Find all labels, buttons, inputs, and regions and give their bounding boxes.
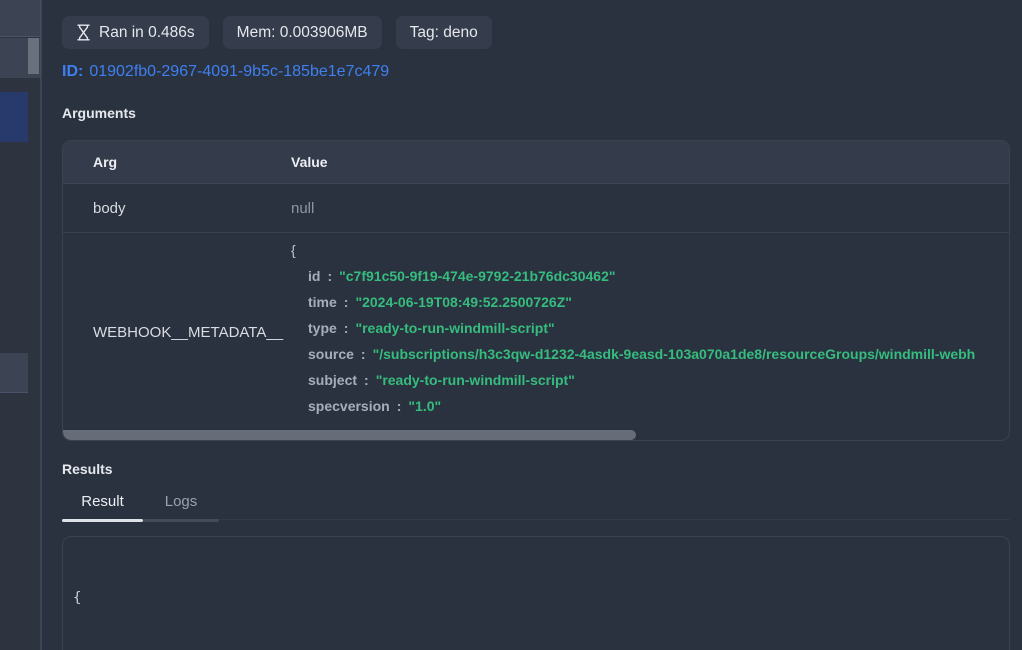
results-title: Results	[62, 461, 113, 477]
arg-column-header: Arg	[63, 154, 291, 170]
sidebar-scrollbar-thumb[interactable]	[28, 38, 39, 74]
metadata-json-viewer[interactable]: { id:"c7f91c50-9f19-474e-9792-21b76dc304…	[291, 233, 1009, 431]
sidebar-item-middle[interactable]	[0, 353, 28, 393]
arguments-title: Arguments	[62, 105, 136, 121]
result-json-viewer[interactable]: { "str": "default arg", "union": "Hello …	[62, 536, 1010, 650]
horizontal-scrollbar-thumb[interactable]	[63, 430, 636, 440]
table-row: body null	[63, 184, 1009, 233]
arg-name: WEBHOOK__METADATA__	[63, 233, 291, 431]
job-id-label: ID:	[62, 63, 83, 80]
sidebar-item-top[interactable]	[0, 0, 41, 37]
memory-badge: Mem: 0.003906MB	[223, 16, 382, 49]
job-detail-panel: Ran in 0.486s Mem: 0.003906MB Tag: deno …	[42, 0, 1022, 650]
json-entry: specversion:"1.0"	[291, 393, 1009, 419]
run-duration-badge: Ran in 0.486s	[62, 16, 209, 49]
job-stats-row: Ran in 0.486s Mem: 0.003906MB Tag: deno	[62, 16, 492, 49]
tag-badge: Tag: deno	[396, 16, 492, 49]
table-row: WEBHOOK__METADATA__ { id:"c7f91c50-9f19-…	[63, 233, 1009, 431]
tab-result[interactable]: Result	[62, 493, 143, 520]
arg-name: body	[63, 200, 291, 217]
json-open-brace: {	[291, 242, 296, 258]
arg-value: null	[291, 200, 1009, 217]
arguments-table: Arg Value body null WEBHOOK__METADATA__ …	[62, 140, 1010, 441]
sidebar-item-selected[interactable]	[0, 92, 28, 142]
hourglass-icon	[76, 24, 91, 41]
json-entry: source:"/subscriptions/h3c3qw-d1232-4asd…	[291, 341, 1009, 367]
job-id-value[interactable]: 01902fb0-2967-4091-9b5c-185be1e7c479	[89, 63, 389, 80]
tab-logs[interactable]: Logs	[143, 493, 219, 520]
json-entry: time:"2024-06-19T08:49:52.2500726Z"	[291, 289, 1009, 315]
memory-label: Mem: 0.003906MB	[237, 25, 368, 41]
tag-label: Tag: deno	[410, 25, 478, 41]
run-duration-label: Ran in 0.486s	[99, 25, 195, 41]
json-entry: id:"c7f91c50-9f19-474e-9792-21b76dc30462…	[291, 263, 1009, 289]
json-entry: subject:"ready-to-run-windmill-script"	[291, 367, 1009, 393]
job-id-row: ID: 01902fb0-2967-4091-9b5c-185be1e7c479	[62, 63, 389, 81]
inactive-tab-underline	[143, 519, 219, 522]
active-tab-underline	[62, 519, 143, 522]
horizontal-scrollbar[interactable]	[63, 430, 1009, 440]
arguments-table-header: Arg Value	[63, 141, 1009, 184]
json-entry: type:"ready-to-run-windmill-script"	[291, 315, 1009, 341]
result-open-brace: {	[73, 590, 81, 606]
results-tabs: Result Logs	[62, 493, 1010, 520]
sidebar-partial	[0, 0, 41, 650]
value-column-header: Value	[291, 154, 1009, 170]
